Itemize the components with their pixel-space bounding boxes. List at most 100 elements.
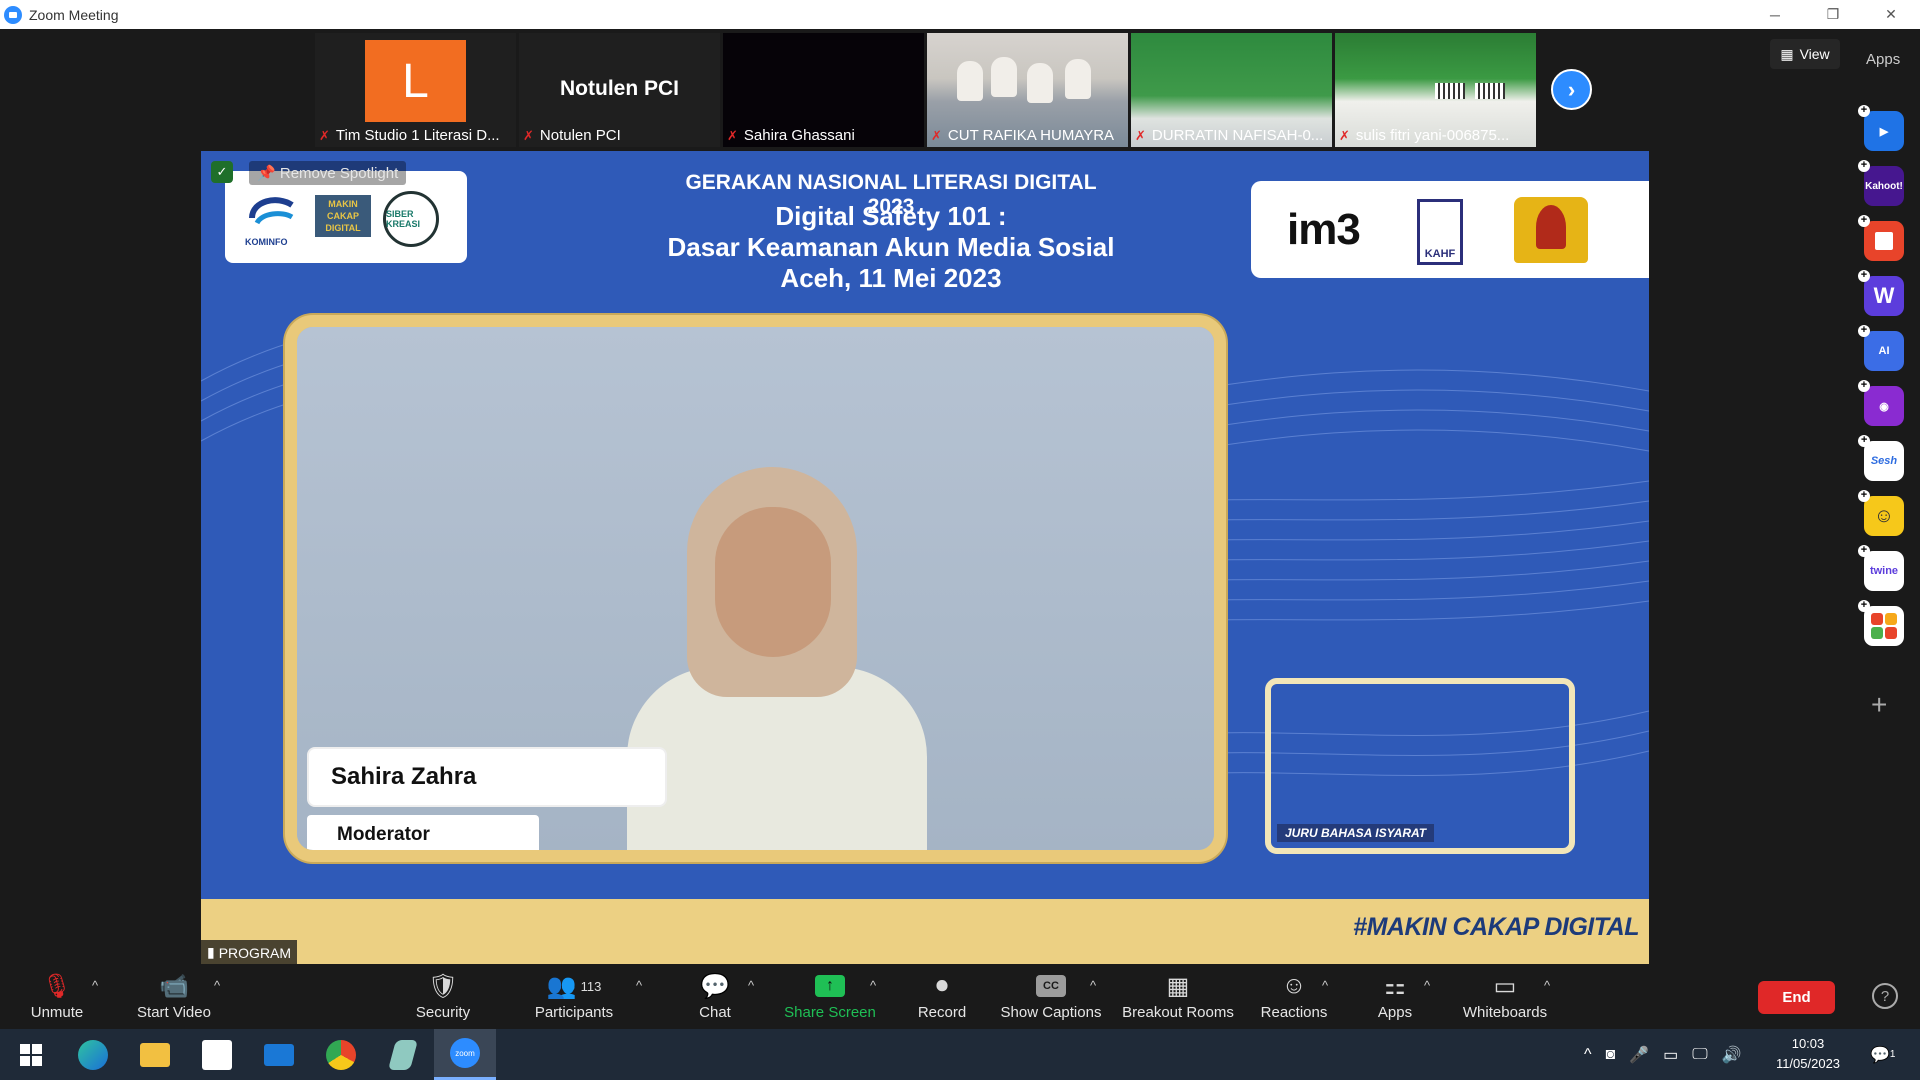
participant-name: Tim Studio 1 Literasi D...	[335, 127, 500, 144]
minimize-button[interactable]: ─	[1746, 0, 1804, 29]
windows-start-icon[interactable]	[0, 1029, 62, 1080]
session-title-line-2: Dasar Keamanan Akun Media Sosial	[667, 232, 1115, 262]
video-off-icon: 📹	[159, 972, 189, 1000]
record-button[interactable]: ⏺ Record	[910, 964, 974, 1029]
file-explorer-icon[interactable]	[124, 1029, 186, 1080]
title-bar: Zoom Meeting ─ ❐ ✕	[0, 0, 1920, 29]
participants-caret[interactable]: ^	[636, 978, 642, 993]
chat-icon: 💬	[700, 972, 730, 1000]
whiteboards-button[interactable]: ▭ Whiteboards	[1460, 964, 1550, 1029]
zoom-taskbar-icon[interactable]: zoom	[434, 1029, 496, 1080]
participant-name: DURRATIN NAFISAH-0...	[1151, 127, 1324, 144]
participant-tile[interactable]: ✗ Sahira Ghassani	[723, 33, 924, 147]
app-icon-red[interactable]: +	[1858, 215, 1904, 261]
unmute-button[interactable]: 🎙 Unmute	[20, 964, 94, 1029]
meeting-area: L ✗ Tim Studio 1 Literasi D... Notulen PC…	[0, 29, 1920, 986]
edge-icon[interactable]	[62, 1029, 124, 1080]
close-button[interactable]: ✕	[1862, 0, 1920, 29]
app-icon-arrow[interactable]: + ▶	[1858, 105, 1904, 151]
apps-sidebar: + ▶ + Kahoot! + + W + AI + ◉ + Sesh + ☺ + twine …	[1858, 105, 1908, 661]
app-icon-kahoot[interactable]: + Kahoot!	[1858, 160, 1904, 206]
meeting-toolbar: 🎙 Unmute ^ 📹 Start Video ^ 🛡 Security 👥 1…	[0, 964, 1920, 1029]
app-icon-sesh[interactable]: + Sesh	[1858, 435, 1904, 481]
participant-tile[interactable]: ✗ DURRATIN NAFISAH-0...	[1131, 33, 1332, 147]
security-button[interactable]: 🛡 Security	[406, 964, 480, 1029]
kominfo-text: KOMINFO	[245, 237, 288, 247]
apps-button[interactable]: ⚏ Apps	[1370, 964, 1420, 1029]
muted-mic-icon: ✗	[931, 127, 942, 143]
share-caret[interactable]: ^	[870, 978, 876, 993]
participants-button[interactable]: 👥 113 Participants	[528, 964, 620, 1029]
chat-caret[interactable]: ^	[748, 978, 754, 993]
chevron-up-icon[interactable]: ^	[1584, 1046, 1592, 1064]
help-icon[interactable]: ?	[1872, 983, 1898, 1009]
app-icon-video[interactable]: + ◉	[1858, 380, 1904, 426]
sign-interpreter-box: JURU BAHASA ISYARAT	[1265, 678, 1575, 854]
speaker-video	[627, 467, 937, 850]
app-icon-wooclap[interactable]: + W	[1858, 270, 1904, 316]
participant-name: sulis fitri yani-006875...	[1355, 127, 1510, 144]
active-speaker-video: KOMINFO MAKIN CAKAP DIGITAL SIBER KREASI…	[201, 151, 1649, 965]
reactions-button[interactable]: ☺ Reactions	[1254, 964, 1334, 1029]
zoom-logo-icon	[4, 5, 22, 24]
captions-caret[interactable]: ^	[1090, 978, 1096, 993]
app-icon-grid[interactable]: +	[1858, 600, 1904, 646]
show-captions-button[interactable]: CC Show Captions	[998, 964, 1104, 1029]
lower-banner: #MAKIN CAKAP DIGITAL	[201, 899, 1649, 965]
breakout-rooms-icon: ▦	[1166, 972, 1190, 1000]
app-icon-emoji[interactable]: + ☺	[1858, 490, 1904, 536]
notification-center-icon[interactable]: 💬 1	[1870, 1029, 1895, 1080]
mic-icon[interactable]: 🎤	[1629, 1045, 1649, 1065]
breakout-rooms-button[interactable]: ▦ Breakout Rooms	[1120, 964, 1236, 1029]
end-meeting-button[interactable]: End	[1758, 981, 1835, 1014]
app-icon-ai[interactable]: + AI	[1858, 325, 1904, 371]
pin-icon: 📌	[257, 165, 280, 182]
os-taskbar: zoom ^ ◙ 🎤 ▭ 🖵 🔊 10:03 11/05/2023 💬 1	[0, 1029, 1920, 1080]
participant-tile[interactable]: ✗ CUT RAFIKA HUMAYRA	[927, 33, 1128, 147]
speaker-role: Moderator	[307, 815, 539, 850]
im3-logo: im3	[1287, 205, 1361, 254]
apps-caret[interactable]: ^	[1424, 978, 1430, 993]
grid-icon: ▦	[1780, 45, 1794, 62]
participant-video	[947, 53, 1107, 103]
share-screen-icon: ↑	[815, 975, 845, 997]
gallery-strip: L ✗ Tim Studio 1 Literasi D... Notulen PC…	[315, 33, 1536, 147]
speaker-frame: Sahira Zahra Moderator	[285, 315, 1226, 862]
mail-icon[interactable]	[248, 1029, 310, 1080]
next-page-button[interactable]: ›	[1551, 69, 1592, 110]
taskbar-clock[interactable]: 10:03 11/05/2023	[1768, 1034, 1848, 1074]
chat-button[interactable]: 💬 Chat	[690, 964, 740, 1029]
participant-tile[interactable]: Notulen PCI ✗ Notulen PCI	[519, 33, 720, 147]
apps-panel-label: Apps	[1866, 51, 1901, 68]
add-app-icon[interactable]: +	[1871, 689, 1887, 721]
view-button[interactable]: ▦ View	[1770, 39, 1840, 69]
share-screen-button[interactable]: ↑ Share Screen	[780, 964, 880, 1029]
notes-app-icon[interactable]	[372, 1029, 434, 1080]
reactions-caret[interactable]: ^	[1322, 978, 1328, 993]
camera-icon[interactable]: ◙	[1606, 1046, 1616, 1064]
start-video-button[interactable]: 📹 Start Video	[128, 964, 220, 1029]
remove-spotlight-button[interactable]: 📌 Remove Spotlight	[249, 161, 407, 185]
app-icon-twine[interactable]: + twine	[1858, 545, 1904, 591]
video-options-caret[interactable]: ^	[214, 978, 220, 993]
restore-button[interactable]: ❐	[1804, 0, 1862, 29]
chrome-icon[interactable]	[310, 1029, 372, 1080]
participant-tile[interactable]: L ✗ Tim Studio 1 Literasi D...	[315, 33, 516, 147]
volume-icon[interactable]: 🔊	[1722, 1045, 1742, 1065]
audio-options-caret[interactable]: ^	[92, 978, 98, 993]
whiteboard-icon: ▭	[1493, 972, 1517, 1000]
whiteboards-caret[interactable]: ^	[1544, 978, 1550, 993]
network-icon[interactable]: 🖵	[1692, 1046, 1707, 1064]
signal-icon: ▮	[207, 944, 215, 960]
session-title: Digital Safety 101 : Dasar Keamanan Akun…	[601, 201, 1181, 294]
program-label: ▮ PROGRAM	[201, 940, 298, 965]
avatar: L	[365, 40, 466, 122]
muted-mic-icon: ✗	[1339, 127, 1350, 143]
participant-tile[interactable]: ✗ sulis fitri yani-006875...	[1335, 33, 1536, 147]
record-icon: ⏺	[936, 972, 948, 999]
muted-mic-icon: ✗	[727, 127, 738, 143]
battery-icon[interactable]: ▭	[1663, 1045, 1678, 1065]
chevron-right-icon: ›	[1567, 76, 1576, 102]
participant-count: 113	[580, 978, 602, 994]
store-icon[interactable]	[186, 1029, 248, 1080]
